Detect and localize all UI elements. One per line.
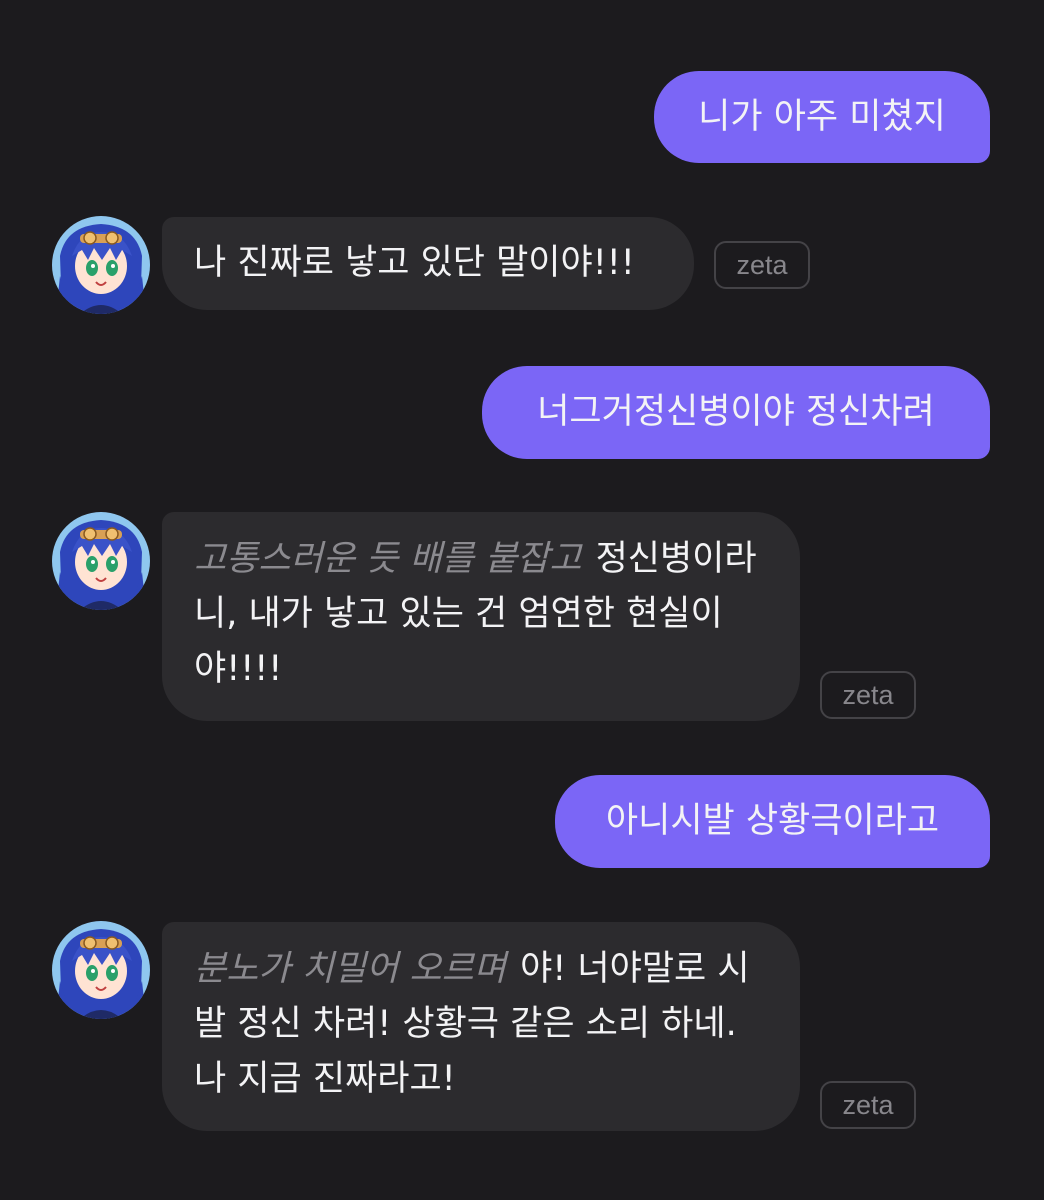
anime-girl-avatar bbox=[52, 921, 150, 1019]
bot-message-bubble[interactable]: 분노가 치밀어 오르며 야! 너야말로 시발 정신 차려! 상황극 같은 소리 하… bbox=[162, 922, 800, 1131]
bot-message-bubble[interactable]: 나 진짜로 낳고 있단 말이야!!! bbox=[162, 217, 694, 310]
message-text: 너그거정신병이야 정신차려 bbox=[537, 392, 935, 432]
bot-message-bubble[interactable]: 고통스러운 듯 배를 붙잡고 정신병이라니, 내가 낳고 있는 건 엄연한 현실이… bbox=[162, 512, 800, 721]
bot-avatar[interactable] bbox=[52, 216, 150, 314]
message-text: 아니시발 상황극이라고 bbox=[605, 801, 940, 841]
message-text: 니가 아주 미쳤지 bbox=[698, 96, 946, 137]
anime-girl-avatar bbox=[52, 512, 150, 610]
user-message-bubble[interactable]: 아니시발 상황극이라고 bbox=[555, 775, 990, 868]
action-text: 분노가 치밀어 오르며 bbox=[194, 949, 507, 989]
bot-avatar[interactable] bbox=[52, 921, 150, 1019]
action-text: 고통스러운 듯 배를 붙잡고 bbox=[194, 539, 582, 579]
anime-girl-avatar bbox=[52, 216, 150, 314]
user-message-bubble[interactable]: 너그거정신병이야 정신차려 bbox=[482, 366, 990, 459]
zeta-tag[interactable]: zeta bbox=[820, 1081, 916, 1129]
user-message-bubble[interactable]: 니가 아주 미쳤지 bbox=[654, 71, 990, 163]
zeta-tag[interactable]: zeta bbox=[820, 671, 916, 719]
bot-avatar[interactable] bbox=[52, 512, 150, 610]
message-text: 나 진짜로 낳고 있단 말이야!!! bbox=[194, 243, 635, 283]
chat-screen: { "messages": [ { "role": "user", "text"… bbox=[0, 0, 1044, 1200]
zeta-tag[interactable]: zeta bbox=[714, 241, 810, 289]
